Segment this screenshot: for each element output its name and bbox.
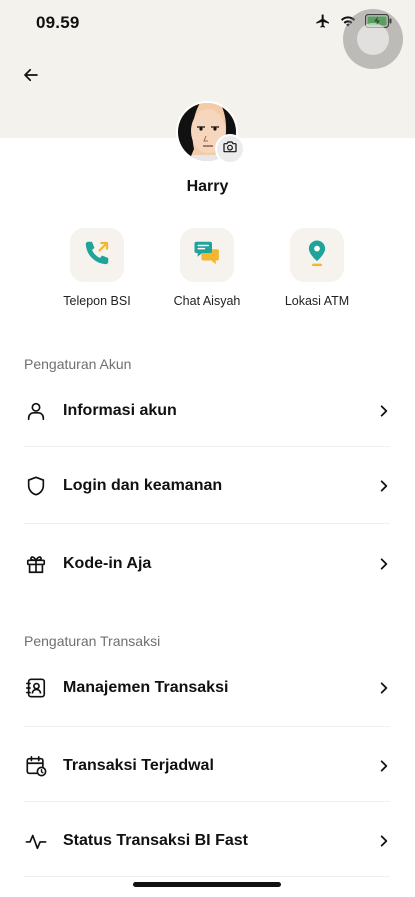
menu-item-label: Informasi akun bbox=[63, 402, 177, 419]
section-title-pengaturan-transaksi: Pengaturan Transaksi bbox=[24, 633, 161, 649]
chevron-right-icon bbox=[376, 758, 392, 774]
menu-item-label: Login dan keamanan bbox=[63, 477, 223, 494]
quick-action-label: Chat Aisyah bbox=[173, 294, 241, 308]
divider bbox=[24, 801, 390, 802]
chevron-right-icon bbox=[376, 478, 392, 494]
home-indicator[interactable] bbox=[133, 882, 281, 887]
contact-book-icon bbox=[24, 676, 48, 700]
menu-item-login-dan-keamanan[interactable]: Login dan keamanan bbox=[24, 451, 392, 521]
quick-action-label: Lokasi ATM bbox=[284, 294, 350, 308]
chat-icon bbox=[192, 238, 222, 273]
shield-icon bbox=[24, 474, 48, 498]
menu-item-status-transaksi-bi-fast[interactable]: Status Transaksi BI Fast bbox=[24, 806, 392, 876]
menu-item-transaksi-terjadwal[interactable]: Transaksi Terjadwal bbox=[24, 731, 392, 801]
chevron-right-icon bbox=[376, 680, 392, 696]
quick-action-lokasi-atm[interactable]: Lokasi ATM bbox=[262, 228, 372, 308]
assistive-touch-button[interactable] bbox=[343, 9, 403, 69]
menu-item-label: Status Transaksi BI Fast bbox=[63, 832, 248, 849]
quick-action-chat-aisyah[interactable]: Chat Aisyah bbox=[152, 228, 262, 308]
profile-avatar-wrap bbox=[176, 101, 245, 165]
airplane-icon bbox=[315, 13, 331, 29]
activity-icon bbox=[24, 829, 48, 853]
menu-item-label: Kode-in Aja bbox=[63, 555, 152, 572]
menu-item-manajemen-transaksi[interactable]: Manajemen Transaksi bbox=[24, 653, 392, 723]
status-time: 09.59 bbox=[36, 13, 80, 32]
quick-action-telepon-bsi[interactable]: Telepon BSI bbox=[42, 228, 152, 308]
divider bbox=[24, 876, 390, 877]
chevron-right-icon bbox=[376, 556, 392, 572]
quick-action-icon-box bbox=[70, 228, 124, 282]
chevron-right-icon bbox=[376, 403, 392, 419]
quick-action-label: Telepon BSI bbox=[63, 294, 131, 308]
location-pin-icon bbox=[302, 238, 332, 273]
change-photo-button[interactable] bbox=[215, 134, 245, 164]
phone-icon bbox=[82, 238, 112, 273]
section-title-pengaturan-akun: Pengaturan Akun bbox=[24, 356, 132, 372]
divider bbox=[24, 446, 390, 447]
back-button[interactable] bbox=[18, 64, 44, 90]
menu-item-informasi-akun[interactable]: Informasi akun bbox=[24, 376, 392, 446]
quick-action-icon-box bbox=[180, 228, 234, 282]
menu-item-label: Manajemen Transaksi bbox=[63, 679, 229, 696]
menu-item-kode-in-aja[interactable]: Kode-in Aja bbox=[24, 529, 392, 599]
divider bbox=[24, 726, 390, 727]
divider bbox=[24, 523, 390, 524]
menu-item-label: Transaksi Terjadwal bbox=[63, 757, 214, 774]
quick-action-icon-box bbox=[290, 228, 344, 282]
user-name: Harry bbox=[186, 178, 229, 195]
arrow-left-icon bbox=[22, 66, 40, 89]
calendar-clock-icon bbox=[24, 754, 48, 778]
gift-icon bbox=[24, 552, 48, 576]
user-icon bbox=[24, 399, 48, 423]
camera-icon bbox=[222, 139, 238, 160]
chevron-right-icon bbox=[376, 833, 392, 849]
